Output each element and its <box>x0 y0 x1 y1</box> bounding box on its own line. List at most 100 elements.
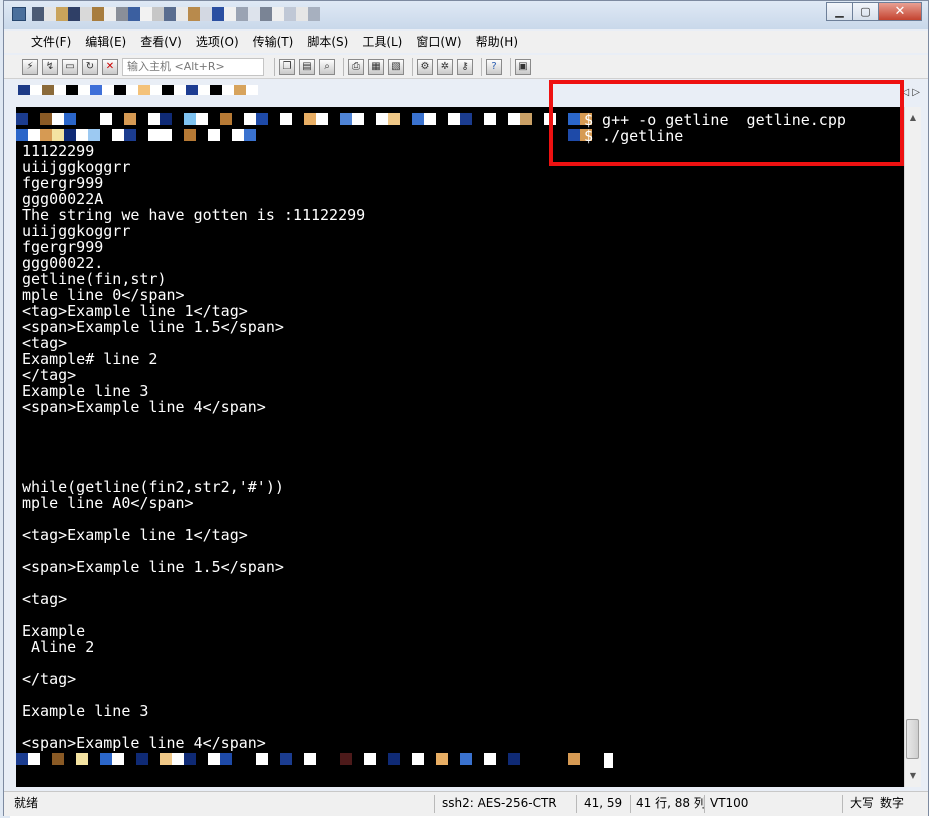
reconnect-icon[interactable]: ↻ <box>82 58 98 75</box>
find-icon[interactable]: ⌕ <box>319 58 335 75</box>
prompt-redacted <box>16 113 592 125</box>
status-divider <box>576 795 577 813</box>
terminal-line: ggg00022A <box>22 190 104 208</box>
terminal-line: The string we have gotten is :11122299 <box>22 206 366 224</box>
print-selection-icon[interactable]: ▧ <box>388 58 404 75</box>
connect-tab-icon[interactable]: ▭ <box>62 58 78 75</box>
window-controls: ▁ ▢ ✕ <box>826 2 922 21</box>
status-terminal-size: 41 行, 88 列 <box>636 796 706 810</box>
print-icon[interactable]: ⎙ <box>348 58 364 75</box>
terminal-line: mple line A0</span> <box>22 494 194 512</box>
sftp-icon[interactable]: ▣ <box>515 58 531 75</box>
terminal-line: 11122299 <box>22 142 95 160</box>
status-divider <box>630 795 631 813</box>
terminal-output[interactable]: $ g++ -o getline getline.cpp $ ./getline… <box>16 107 904 787</box>
minimize-button[interactable]: ▁ <box>826 2 853 21</box>
terminal-line: </tag> <box>22 366 77 384</box>
menu-item[interactable]: 窗口(W) <box>409 31 468 53</box>
session-tab-redacted[interactable] <box>18 85 268 105</box>
status-bar: 就绪 ssh2: AES-256-CTR 41, 59 41 行, 88 列 V… <box>4 791 928 816</box>
terminal-lines: 11122299 uiijggkoggrr fgergr999 ggg00022A Th… <box>22 143 365 751</box>
menu-item[interactable]: 编辑(E) <box>78 31 133 53</box>
terminal-line: uiijggkoggrr <box>22 158 131 176</box>
copy-icon[interactable]: ❐ <box>279 58 295 75</box>
menu-item[interactable]: 帮助(H) <box>469 31 525 53</box>
terminal-line: fgergr999 <box>22 174 104 192</box>
prompt-redacted <box>16 129 592 141</box>
terminal-line: <tag> <box>22 334 68 352</box>
global-options-icon[interactable]: ✲ <box>437 58 453 75</box>
toolbar-separator <box>343 57 344 76</box>
disconnect-icon[interactable]: ✕ <box>102 58 118 75</box>
status-encryption: ssh2: AES-256-CTR <box>442 796 557 810</box>
terminal-line: while(getline(fin2,str2,'#')) <box>22 478 284 496</box>
terminal-line: Example# line 2 <box>22 350 158 368</box>
terminal-scrollbar[interactable]: ▲ ▼ <box>904 107 921 787</box>
menu-bar: 文件(F) 编辑(E) 查看(V) 选项(O) 传输(T) 脚本(S) 工具(L) 窗口(W)… <box>4 31 928 53</box>
status-divider <box>704 795 705 813</box>
terminal-line: ggg00022. <box>22 254 104 272</box>
status-divider <box>434 795 435 813</box>
terminal-line: <tag> <box>22 590 68 608</box>
toolbar: ⚡ ↯ ▭ ↻ ✕ 输入主机 <Alt+R> ❐ ▤ ⌕ ⎙ ▦ ▧ ⚙ ✲ ⚷… <box>4 55 928 79</box>
terminal-line: getline(fin,str) <box>22 270 167 288</box>
menu-item[interactable]: 传输(T) <box>246 31 301 53</box>
menu-item[interactable]: 选项(O) <box>189 31 246 53</box>
menu-item[interactable]: 查看(V) <box>133 31 189 53</box>
terminal-line: <span>Example line 1.5</span> <box>22 318 284 336</box>
terminal-line: Aline 2 <box>22 638 95 656</box>
paste-icon[interactable]: ▤ <box>299 58 315 75</box>
terminal-line: <span>Example line 1.5</span> <box>22 558 284 576</box>
scroll-up-icon[interactable]: ▲ <box>905 109 921 126</box>
status-ready: 就绪 <box>14 796 39 810</box>
quick-connect-icon[interactable]: ↯ <box>42 58 58 75</box>
terminal-line: <tag>Example line 1</tag> <box>22 302 248 320</box>
help-icon[interactable]: ? <box>486 58 502 75</box>
toolbar-separator <box>510 57 511 76</box>
toolbar-separator <box>481 57 482 76</box>
scroll-down-icon[interactable]: ▼ <box>905 767 921 784</box>
terminal-line: Example <box>22 622 86 640</box>
terminal-line: </tag> <box>22 670 77 688</box>
session-options-icon[interactable]: ⚙ <box>417 58 433 75</box>
terminal-line: <span>Example line 4</span> <box>22 398 266 416</box>
key-icon[interactable]: ⚷ <box>457 58 473 75</box>
status-num: 数字 <box>880 796 905 810</box>
title-bar: ▁ ▢ ✕ <box>4 1 928 29</box>
app-icon <box>12 7 26 21</box>
terminal-line: <tag>Example line 1</tag> <box>22 526 248 544</box>
status-cursor-position: 41, 59 <box>584 796 623 810</box>
title-redacted <box>32 7 332 21</box>
toolbar-separator <box>274 57 275 76</box>
terminal-line: Example line 3 <box>22 702 149 720</box>
host-input[interactable]: 输入主机 <Alt+R> <box>122 57 264 76</box>
terminal-line: <span>Example line 4</span> <box>22 734 266 752</box>
status-divider <box>842 795 843 813</box>
terminal-line: mple line 0</span> <box>22 286 185 304</box>
tab-scroll-arrows[interactable]: ◁ ▷ <box>901 87 920 98</box>
toolbar-separator <box>412 57 413 76</box>
terminal-line: fgergr999 <box>22 238 104 256</box>
prompt-redacted <box>16 753 592 765</box>
menu-item[interactable]: 文件(F) <box>24 31 78 53</box>
close-button[interactable]: ✕ <box>878 2 922 21</box>
status-terminal-type: VT100 <box>710 796 749 810</box>
maximize-button[interactable]: ▢ <box>852 2 879 21</box>
scrollbar-thumb[interactable] <box>906 719 919 759</box>
print-setup-icon[interactable]: ▦ <box>368 58 384 75</box>
menu-item[interactable]: 脚本(S) <box>300 31 355 53</box>
menu-item[interactable]: 工具(L) <box>355 31 409 53</box>
connect-icon[interactable]: ⚡ <box>22 58 38 75</box>
terminal-cursor <box>604 753 613 768</box>
terminal-line: Example line 3 <box>22 382 149 400</box>
